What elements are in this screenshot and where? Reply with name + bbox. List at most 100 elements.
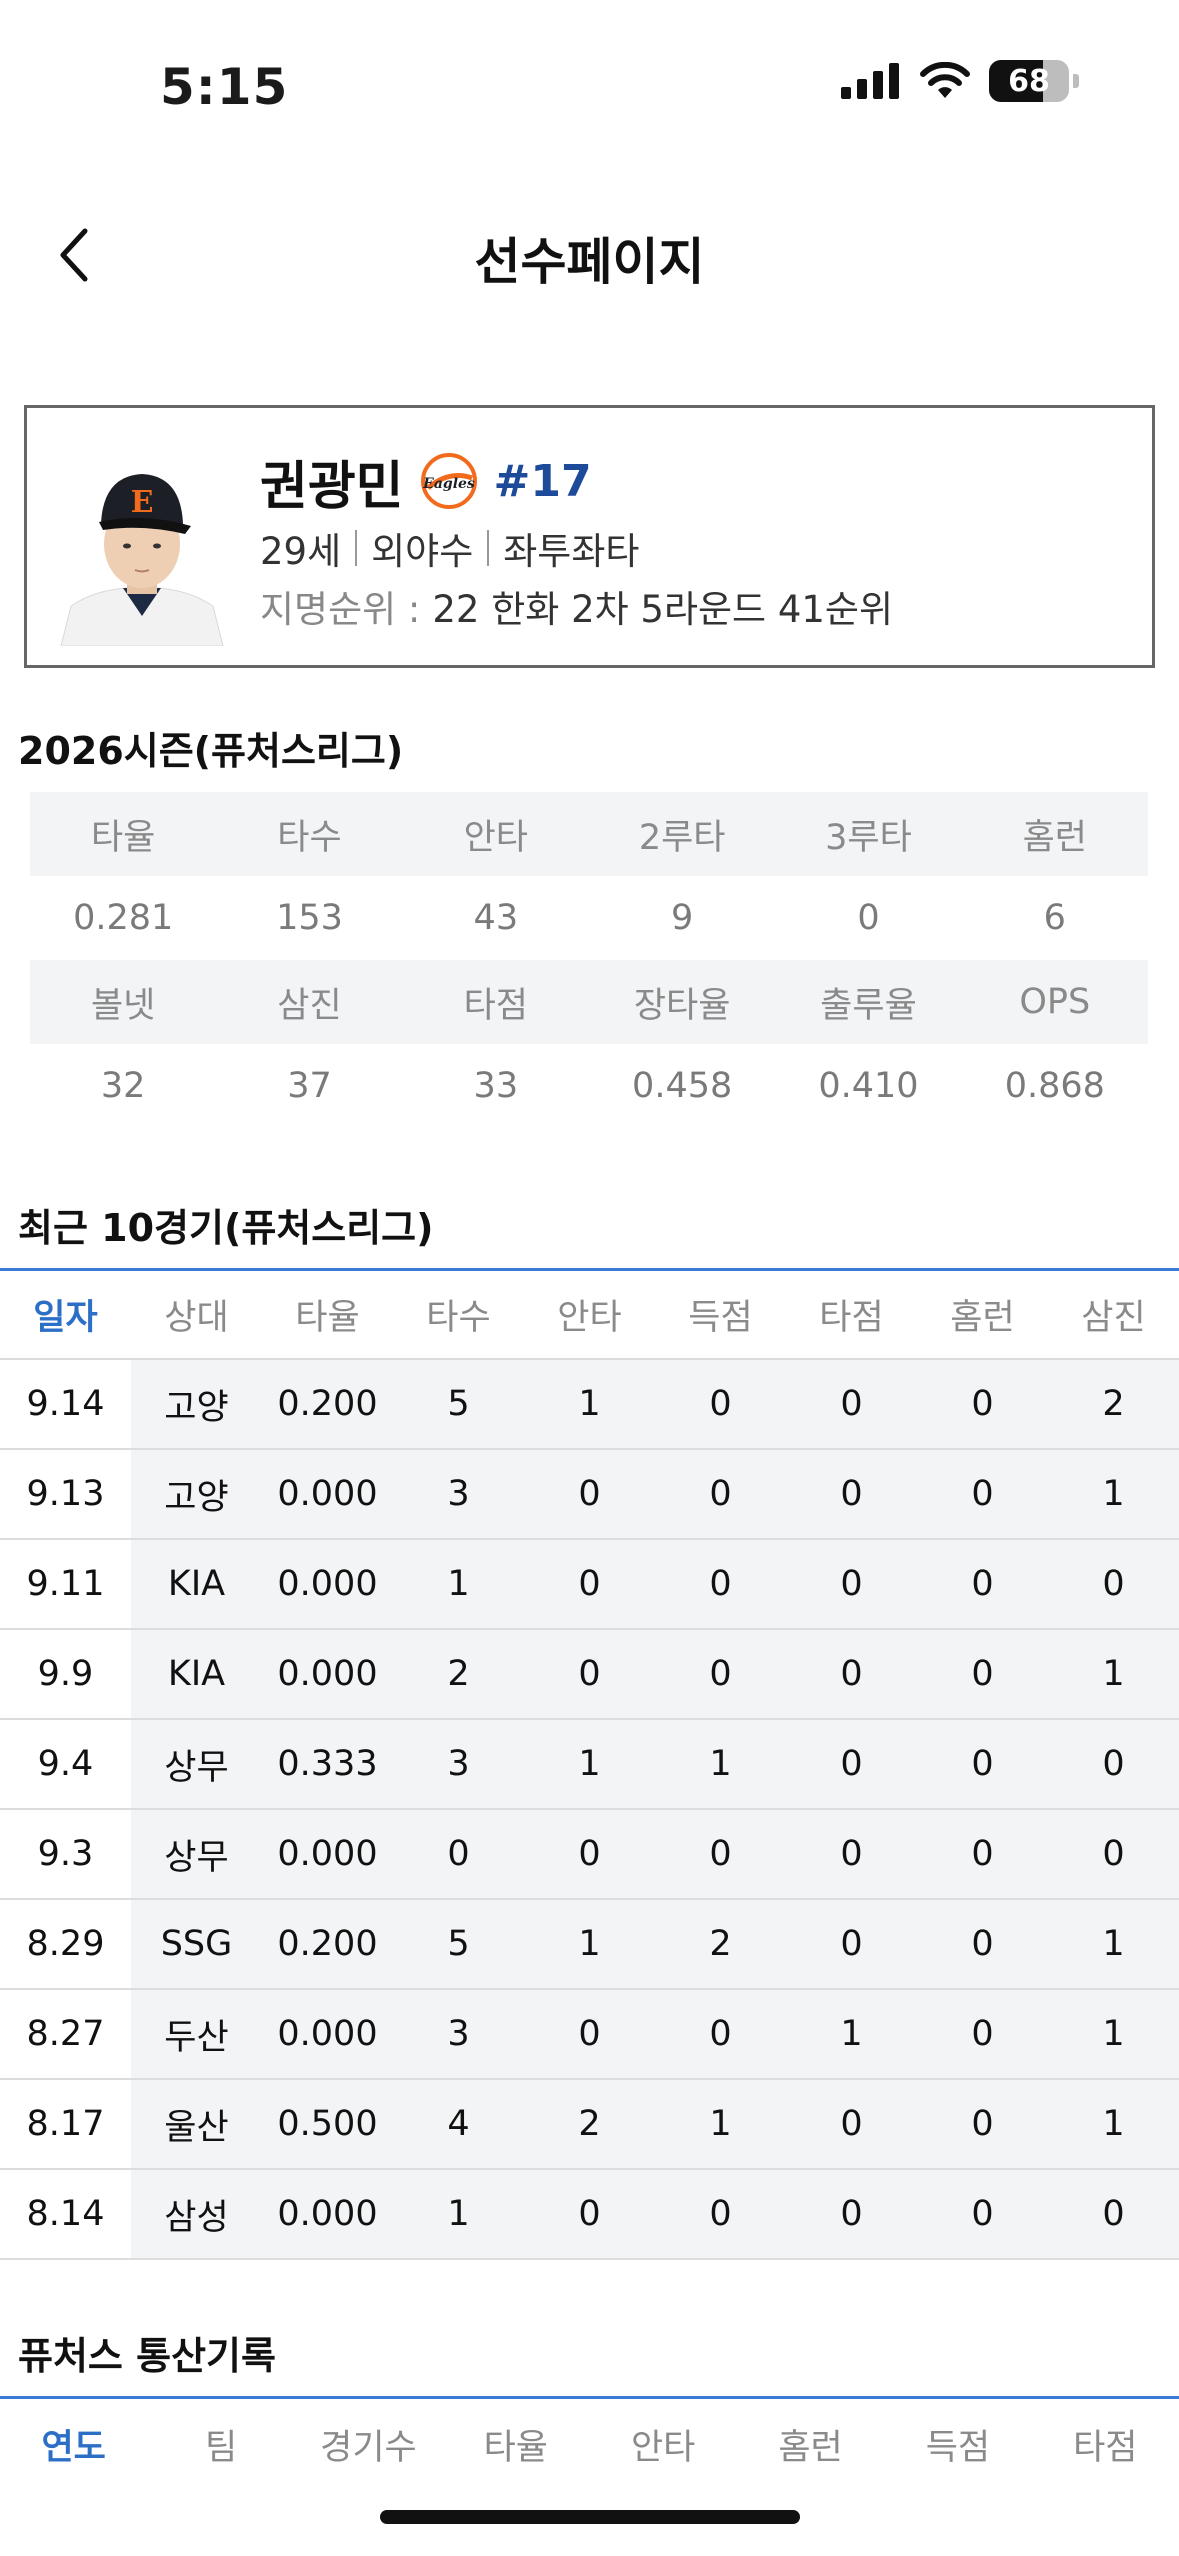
column-header[interactable]: 타율 bbox=[262, 1271, 393, 1358]
divider bbox=[487, 530, 490, 566]
table-cell: 0 bbox=[786, 1720, 917, 1808]
column-header[interactable]: 득점 bbox=[884, 2419, 1031, 2470]
column-header[interactable]: 안타 bbox=[524, 1271, 655, 1358]
table-row: 9.13 고양 0.000 3 0 0 0 0 1 bbox=[0, 1450, 1179, 1540]
page-title: 선수페이지 bbox=[474, 233, 705, 291]
home-indicator[interactable] bbox=[380, 2510, 800, 2524]
table-cell: 0.200 bbox=[262, 1360, 393, 1448]
table-cell: 0 bbox=[786, 2170, 917, 2258]
table-cell: 1 bbox=[524, 1360, 655, 1448]
name-row: 권광민 Eagles #17 bbox=[260, 446, 893, 517]
table-cell: 0.000 bbox=[262, 1630, 393, 1718]
table-row: 9.11 KIA 0.000 1 0 0 0 0 0 bbox=[0, 1540, 1179, 1630]
table-cell: 0 bbox=[786, 1450, 917, 1538]
season-stat-label: OPS bbox=[1019, 982, 1091, 1022]
table-cell: 1 bbox=[1048, 2080, 1179, 2168]
status-bar: 5:15 68 bbox=[0, 0, 1179, 180]
table-cell: 0 bbox=[917, 1540, 1048, 1628]
season-header-row: 타율 타수 안타 2루타 3루타 홈런 bbox=[30, 792, 1148, 876]
column-header[interactable]: 타수 bbox=[393, 1271, 524, 1358]
season-stat-label: 타율 bbox=[90, 817, 156, 858]
table-cell: 0 bbox=[524, 1630, 655, 1718]
table-cell: 0 bbox=[917, 1900, 1048, 1988]
table-cell: 0.333 bbox=[262, 1720, 393, 1808]
table-cell: 0 bbox=[917, 2080, 1048, 2168]
table-cell: 울산 bbox=[131, 2080, 262, 2168]
season-stat-label: 타점 bbox=[463, 985, 529, 1026]
column-header[interactable]: 타점 bbox=[1032, 2419, 1179, 2470]
table-cell: 0 bbox=[1048, 1810, 1179, 1898]
table-cell: 0 bbox=[524, 1450, 655, 1538]
player-bats-throws: 좌투좌타 bbox=[503, 530, 640, 573]
recent-games-table: 일자 상대 타율 타수 안타 득점 타점 홈런 삼진 9.14 고양 0.200 5 1 0 0 0 2 9.13 고… bbox=[0, 1268, 1179, 2260]
season-stat-value: 0.458 bbox=[632, 1066, 733, 1106]
column-header[interactable]: 타점 bbox=[786, 1271, 917, 1358]
player-number: #17 bbox=[493, 455, 592, 507]
column-header[interactable]: 상대 bbox=[131, 1271, 262, 1358]
player-card: E 권광민 Eagles #17 29세 외야수 좌투좌타 지명순위 : 22 bbox=[24, 405, 1155, 668]
table-cell: KIA bbox=[131, 1540, 262, 1628]
table-cell: 0 bbox=[1048, 1720, 1179, 1808]
table-cell: 0.000 bbox=[262, 1810, 393, 1898]
table-cell: 0 bbox=[524, 2170, 655, 2258]
season-stat-label: 출루율 bbox=[820, 985, 917, 1026]
season-stat-value: 32 bbox=[100, 1066, 146, 1106]
divider bbox=[355, 530, 358, 566]
table-cell: 1 bbox=[524, 1900, 655, 1988]
column-header[interactable]: 홈런 bbox=[917, 1271, 1048, 1358]
table-cell: 0 bbox=[917, 1630, 1048, 1718]
table-cell: 1 bbox=[655, 2080, 786, 2168]
table-cell: 9.4 bbox=[37, 1744, 94, 1784]
wifi-icon bbox=[920, 62, 970, 98]
draft-row: 지명순위 : 22 한화 2차 5라운드 41순위 bbox=[260, 576, 893, 636]
table-cell: 0 bbox=[655, 1540, 786, 1628]
season-value-row: 32 37 33 0.458 0.410 0.868 bbox=[30, 1044, 1148, 1128]
season-value-row: 0.281 153 43 9 0 6 bbox=[30, 876, 1148, 960]
season-stat-label: 홈런 bbox=[1022, 817, 1087, 858]
table-cell: 0 bbox=[524, 1540, 655, 1628]
table-row: 8.17 울산 0.500 4 2 1 0 0 1 bbox=[0, 2080, 1179, 2170]
table-cell: 9.3 bbox=[37, 1834, 94, 1874]
table-cell: 상무 bbox=[131, 1720, 262, 1808]
table-cell: 5 bbox=[393, 1900, 524, 1988]
table-cell: 0 bbox=[1048, 2170, 1179, 2258]
table-cell: 8.27 bbox=[26, 2014, 105, 2054]
table-cell: 0.000 bbox=[262, 2170, 393, 2258]
table-cell: 0 bbox=[524, 1810, 655, 1898]
table-cell: 0 bbox=[917, 1720, 1048, 1808]
table-cell: 0 bbox=[786, 1630, 917, 1718]
recent-title: 최근 10경기(퓨처스리그) bbox=[18, 1206, 434, 1250]
season-stat-label: 타수 bbox=[277, 817, 342, 858]
table-cell: 0.000 bbox=[262, 1450, 393, 1538]
table-cell: 0.000 bbox=[262, 1990, 393, 2078]
table-row: 8.27 두산 0.000 3 0 0 1 0 1 bbox=[0, 1990, 1179, 2080]
column-header[interactable]: 득점 bbox=[655, 1271, 786, 1358]
table-header-row: 일자 상대 타율 타수 안타 득점 타점 홈런 삼진 bbox=[0, 1271, 1179, 1360]
season-stat-value: 153 bbox=[276, 898, 343, 938]
table-cell: 1 bbox=[1048, 1900, 1179, 1988]
season-stat-value: 37 bbox=[287, 1066, 332, 1106]
table-cell: 2 bbox=[655, 1900, 786, 1988]
table-cell: 0 bbox=[917, 1450, 1048, 1538]
column-header[interactable]: 경기수 bbox=[295, 2419, 442, 2470]
table-row: 8.29 SSG 0.200 5 1 2 0 0 1 bbox=[0, 1900, 1179, 1990]
table-cell: 3 bbox=[393, 1720, 524, 1808]
table-cell: 0.200 bbox=[262, 1900, 393, 1988]
career-table: 연도 팀 경기수 타율 안타 홈런 득점 타점 bbox=[0, 2396, 1179, 2489]
column-header[interactable]: 타율 bbox=[442, 2419, 589, 2470]
column-header[interactable]: 일자 bbox=[0, 1271, 131, 1358]
column-header[interactable]: 삼진 bbox=[1048, 1271, 1179, 1358]
table-cell: 1 bbox=[524, 1720, 655, 1808]
column-header[interactable]: 연도 bbox=[0, 2419, 147, 2470]
table-cell: 1 bbox=[786, 1990, 917, 2078]
season-stat-label: 안타 bbox=[463, 817, 529, 858]
table-cell: 0 bbox=[655, 1630, 786, 1718]
column-header[interactable]: 안타 bbox=[590, 2419, 737, 2470]
table-cell: 0 bbox=[786, 1810, 917, 1898]
column-header[interactable]: 홈런 bbox=[737, 2419, 884, 2470]
column-header[interactable]: 팀 bbox=[147, 2419, 294, 2470]
table-cell: 1 bbox=[393, 2170, 524, 2258]
battery-cap bbox=[1073, 74, 1079, 88]
career-header-row: 연도 팀 경기수 타율 안타 홈런 득점 타점 bbox=[0, 2399, 1179, 2489]
table-cell: 1 bbox=[393, 1540, 524, 1628]
